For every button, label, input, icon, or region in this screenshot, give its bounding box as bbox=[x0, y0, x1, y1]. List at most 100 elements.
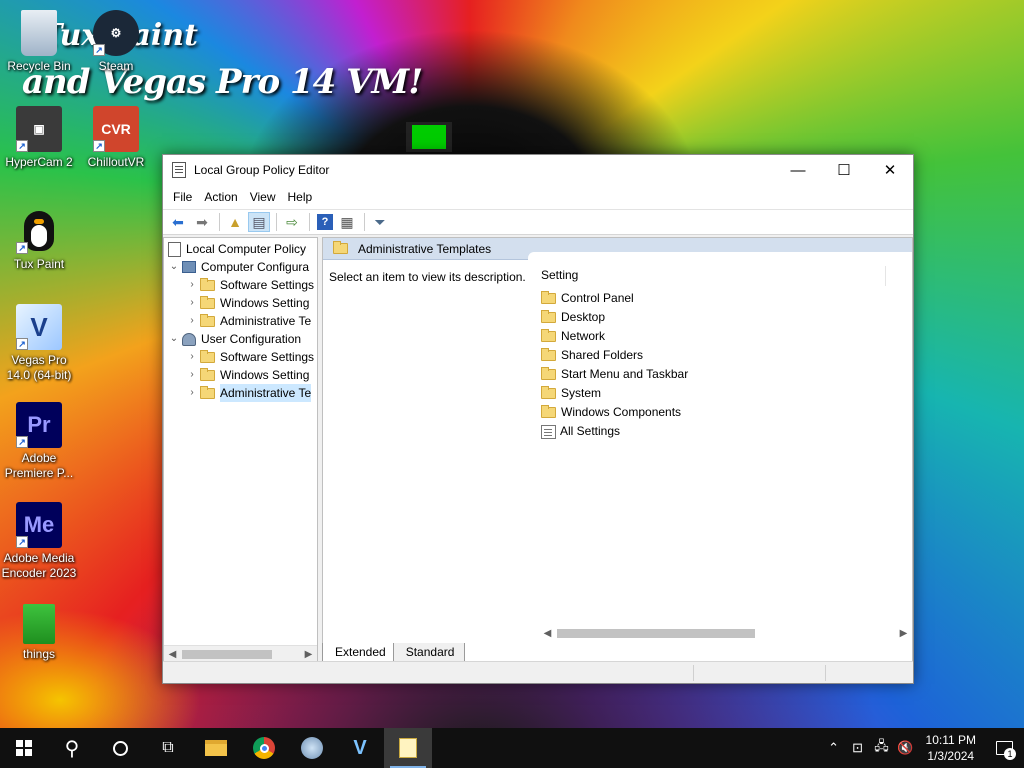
task-view-icon[interactable]: ⧉ bbox=[144, 728, 192, 768]
tree-node-computer-admin-templates[interactable]: › Administrative Te bbox=[186, 312, 311, 330]
help-icon[interactable]: ? bbox=[317, 214, 333, 230]
properties-icon[interactable]: ▦ bbox=[336, 212, 358, 232]
collapse-chevron-icon[interactable]: › bbox=[186, 312, 198, 330]
tree-node-user-configuration[interactable]: ⌄ User Configuration bbox=[168, 330, 301, 348]
clock-date: 1/3/2024 bbox=[927, 749, 975, 763]
list-item-network[interactable]: Network bbox=[539, 327, 605, 346]
up-folder-icon[interactable]: ▲ bbox=[224, 212, 246, 232]
chilloutvr-icon: CVR ↗ bbox=[93, 106, 139, 152]
settings-app-icon[interactable] bbox=[288, 728, 336, 768]
collapse-chevron-icon[interactable]: › bbox=[186, 384, 198, 402]
scrollbar-thumb[interactable] bbox=[182, 650, 272, 659]
desktop-icon-premiere[interactable]: Pr ↗ Adobe Premiere P... bbox=[1, 402, 77, 481]
tab-standard[interactable]: Standard bbox=[392, 643, 466, 662]
list-item-windows-components[interactable]: Windows Components bbox=[539, 403, 681, 422]
show-hide-tree-icon[interactable]: ▤ bbox=[248, 212, 270, 232]
windows-logo-icon bbox=[16, 740, 32, 756]
menu-help[interactable]: Help bbox=[282, 190, 319, 204]
title-bar[interactable]: Local Group Policy Editor — ☐ ✕ bbox=[163, 155, 913, 185]
scroll-right-icon[interactable]: ▶ bbox=[895, 625, 912, 642]
list-item-start-menu-taskbar[interactable]: Start Menu and Taskbar bbox=[539, 365, 688, 384]
folder-icon bbox=[23, 604, 55, 644]
forward-arrow-icon[interactable]: ➡ bbox=[191, 212, 213, 232]
collapse-chevron-icon[interactable]: › bbox=[186, 348, 198, 366]
list-item-control-panel[interactable]: Control Panel bbox=[539, 289, 634, 308]
list-item-label: Network bbox=[561, 329, 606, 343]
list-item-label: Windows Components bbox=[561, 405, 682, 419]
collapse-chevron-icon[interactable]: › bbox=[186, 276, 198, 294]
desktop-icon-steam[interactable]: ⚙ ↗ Steam bbox=[78, 10, 154, 74]
minimize-button[interactable]: — bbox=[775, 155, 821, 185]
vegas-pro-icon[interactable]: V bbox=[336, 728, 384, 768]
shortcut-arrow-icon: ↗ bbox=[16, 140, 28, 152]
toolbar-separator bbox=[364, 213, 365, 231]
file-explorer-icon[interactable] bbox=[192, 728, 240, 768]
volume-muted-icon[interactable]: 🔇 bbox=[894, 740, 918, 756]
start-button[interactable] bbox=[0, 728, 48, 768]
tree-node-user-windows-settings[interactable]: › Windows Setting bbox=[186, 366, 309, 384]
filter-icon[interactable]: ⏷ bbox=[369, 212, 391, 232]
close-button[interactable]: ✕ bbox=[867, 155, 913, 185]
window-controls: — ☐ ✕ bbox=[775, 155, 913, 185]
desktop-icon-label: Adobe Premiere P... bbox=[4, 451, 74, 480]
tree-node-computer-windows-settings[interactable]: › Windows Setting bbox=[186, 294, 309, 312]
clock[interactable]: 10:11 PM 1/3/2024 bbox=[918, 732, 984, 764]
tree-node-label: Administrative Te bbox=[220, 384, 312, 402]
desktop-icon-chilloutvr[interactable]: CVR ↗ ChilloutVR bbox=[78, 106, 154, 170]
maximize-button[interactable]: ☐ bbox=[821, 155, 867, 185]
expand-chevron-icon[interactable]: ⌄ bbox=[168, 330, 180, 348]
safely-remove-icon[interactable]: ⊡ bbox=[846, 740, 870, 756]
view-tabs: Extended Standard bbox=[322, 643, 466, 663]
menu-action[interactable]: Action bbox=[198, 190, 243, 204]
expand-chevron-icon[interactable]: ⌄ bbox=[168, 258, 180, 276]
list-item-all-settings[interactable]: All Settings bbox=[539, 422, 620, 441]
back-arrow-icon[interactable]: ⬅ bbox=[167, 212, 189, 232]
tree-node-label: User Configuration bbox=[201, 332, 302, 346]
details-horizontal-scrollbar[interactable]: ◀ ▶ bbox=[539, 625, 912, 642]
folder-icon bbox=[541, 367, 556, 380]
network-icon[interactable]: 🖧 bbox=[870, 737, 894, 759]
folder-icon bbox=[200, 295, 215, 309]
collapse-chevron-icon[interactable]: › bbox=[186, 294, 198, 312]
tree-node-label: Local Computer Policy bbox=[186, 242, 307, 256]
shortcut-arrow-icon: ↗ bbox=[16, 242, 28, 254]
tree-node-user-software-settings[interactable]: › Software Settings bbox=[186, 348, 314, 366]
desktop-icon-hypercam[interactable]: ▣ ↗ HyperCam 2 bbox=[1, 106, 77, 170]
tree-node-user-admin-templates[interactable]: › Administrative Te bbox=[186, 384, 312, 402]
desktop-icon-things[interactable]: things bbox=[1, 604, 77, 662]
tree-node-computer-configuration[interactable]: ⌄ Computer Configura bbox=[168, 258, 309, 276]
collapse-chevron-icon[interactable]: › bbox=[186, 366, 198, 384]
shortcut-arrow-icon: ↗ bbox=[16, 536, 28, 548]
column-header-setting[interactable]: Setting bbox=[541, 268, 578, 282]
list-item-system[interactable]: System bbox=[539, 384, 601, 403]
toolbar-separator bbox=[219, 213, 220, 231]
chevron-up-icon[interactable]: ⌃ bbox=[822, 740, 846, 756]
tree-horizontal-scrollbar[interactable]: ◀ ▶ bbox=[164, 645, 317, 662]
group-policy-taskbar-icon[interactable] bbox=[384, 728, 432, 768]
folder-icon bbox=[200, 367, 215, 381]
export-list-icon[interactable]: ⇨ bbox=[281, 212, 303, 232]
tree-node-computer-software-settings[interactable]: › Software Settings bbox=[186, 276, 314, 294]
shortcut-arrow-icon: ↗ bbox=[93, 140, 105, 152]
steam-icon: ⚙ ↗ bbox=[93, 10, 139, 56]
menu-bar: File Action View Help bbox=[163, 185, 913, 209]
scrollbar-thumb[interactable] bbox=[557, 629, 755, 638]
desktop-icon-tux-paint[interactable]: ↗ Tux Paint bbox=[1, 208, 77, 272]
list-item-label: All Settings bbox=[560, 424, 621, 438]
desktop-icon-recycle-bin[interactable]: Recycle Bin bbox=[1, 10, 77, 74]
status-bar bbox=[163, 661, 913, 683]
cortana-icon[interactable] bbox=[96, 728, 144, 768]
list-item-shared-folders[interactable]: Shared Folders bbox=[539, 346, 643, 365]
chrome-icon[interactable] bbox=[240, 728, 288, 768]
search-icon[interactable]: ⚲ bbox=[48, 728, 96, 768]
tab-extended[interactable]: Extended bbox=[322, 643, 397, 662]
desktop-icon-media-encoder[interactable]: Me ↗ Adobe Media Encoder 2023 bbox=[1, 502, 77, 581]
desktop-icon-vegas-pro[interactable]: V ↗ Vegas Pro 14.0 (64-bit) bbox=[1, 304, 77, 383]
action-center-button[interactable]: 1 bbox=[984, 728, 1024, 768]
scroll-left-icon[interactable]: ◀ bbox=[539, 625, 556, 642]
list-item-desktop[interactable]: Desktop bbox=[539, 308, 605, 327]
menu-view[interactable]: View bbox=[244, 190, 282, 204]
menu-file[interactable]: File bbox=[167, 190, 198, 204]
tree-node-root[interactable]: Local Computer Policy bbox=[168, 240, 306, 258]
folder-icon bbox=[541, 310, 556, 323]
